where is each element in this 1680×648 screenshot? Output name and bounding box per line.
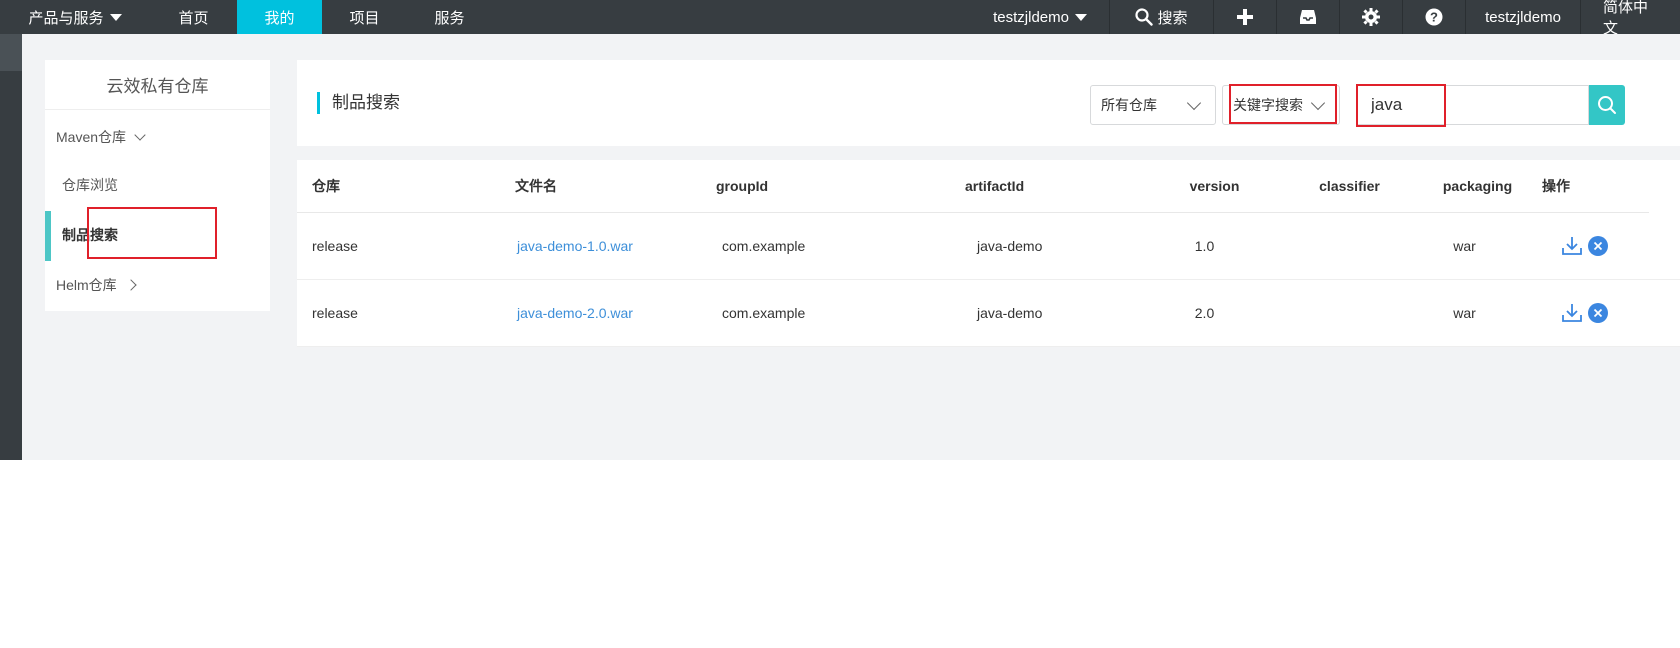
cell-repo: release — [312, 238, 358, 254]
delete-button[interactable] — [1588, 236, 1608, 256]
nav-add-button[interactable] — [1213, 0, 1276, 34]
cell-actions — [1560, 213, 1608, 279]
chevron-right-icon — [125, 279, 137, 291]
nav-mine-label: 我的 — [264, 9, 295, 27]
nav-home[interactable]: 首页 — [150, 0, 237, 34]
cell-filename-link[interactable]: java-demo-2.0.war — [517, 280, 633, 346]
nav-products-menu[interactable]: 产品与服务 — [0, 0, 150, 34]
nav-right: testzjldemo 搜索 ? testzjldemo 简体中文 — [971, 0, 1680, 37]
nav-service[interactable]: 服务 — [407, 0, 492, 34]
nav-project[interactable]: 项目 — [322, 0, 407, 34]
search-panel: 制品搜索 所有仓库 关键字搜索 — [297, 60, 1680, 146]
repo-select[interactable]: 所有仓库 — [1090, 85, 1216, 125]
cell-groupid: com.example — [722, 305, 806, 321]
nav-help-button[interactable]: ? — [1402, 0, 1465, 34]
page-title: 制品搜索 — [317, 92, 400, 114]
col-header-classifier: classifier — [1319, 178, 1380, 194]
nav-search-label: 搜索 — [1157, 9, 1188, 27]
cell-classifier — [1297, 213, 1402, 279]
cell-packaging: war — [1453, 238, 1476, 254]
chevron-down-icon — [1186, 95, 1202, 111]
cell-packaging: war — [1453, 305, 1476, 321]
cell-repo: release — [312, 305, 358, 321]
download-icon[interactable] — [1560, 301, 1584, 325]
nav-project-label: 项目 — [349, 9, 380, 27]
gear-icon — [1362, 8, 1380, 26]
nav-settings-button[interactable] — [1339, 0, 1402, 34]
cell-filename-link[interactable]: java-demo-1.0.war — [517, 213, 633, 279]
chevron-down-icon — [134, 128, 146, 141]
table-row: release java-demo-2.0.war com.example ja… — [297, 280, 1680, 347]
search-icon — [1135, 8, 1154, 26]
col-header-actions: 操作 — [1542, 178, 1570, 194]
nav-user-menu[interactable]: testzjldemo — [1465, 0, 1580, 34]
download-icon[interactable] — [1560, 234, 1584, 258]
highlight-box — [1229, 84, 1337, 124]
search-icon — [1598, 96, 1616, 114]
highlight-box — [1356, 84, 1446, 127]
col-header-packaging: packaging — [1442, 178, 1513, 194]
nav-products-label: 产品与服务 — [28, 9, 104, 27]
nav-home-label: 首页 — [178, 9, 209, 27]
nav-user-label: testzjldemo — [1485, 8, 1561, 26]
col-header-repo: 仓库 — [312, 178, 340, 194]
close-icon — [1593, 308, 1603, 318]
cell-version: 1.0 — [1194, 238, 1215, 254]
results-table: 仓库 文件名 groupId artifactId version classi… — [297, 160, 1680, 347]
highlight-box — [87, 207, 217, 259]
caret-down-icon — [109, 13, 122, 21]
top-nav: 产品与服务 首页 我的 项目 服务 testzjldemo 搜索 ? testz… — [0, 0, 1680, 37]
nav-search-button[interactable]: 搜索 — [1109, 0, 1213, 34]
delete-button[interactable] — [1588, 303, 1608, 323]
left-strip-top — [0, 34, 22, 71]
sidebar-item-label: Maven仓库 — [56, 129, 127, 145]
col-header-groupid: groupId — [716, 178, 769, 194]
close-icon — [1593, 241, 1603, 251]
sidebar-item-label: Helm仓库 — [56, 277, 117, 293]
side-menu-title: 云效私有仓库 — [45, 60, 270, 110]
sidebar-item-maven[interactable]: Maven仓库 — [0, 113, 225, 161]
nav-language-switch[interactable]: 简体中文 — [1580, 0, 1680, 37]
table-row: release java-demo-1.0.war com.example ja… — [297, 213, 1680, 280]
cell-actions — [1560, 280, 1608, 346]
search-button[interactable] — [1589, 85, 1625, 125]
col-header-filename: 文件名 — [515, 178, 557, 194]
nav-service-label: 服务 — [434, 9, 465, 27]
sidebar-item-label: 仓库浏览 — [62, 177, 118, 193]
sidebar-item-helm[interactable]: Helm仓库 — [0, 261, 225, 309]
svg-text:?: ? — [1430, 10, 1438, 25]
col-header-artifactid: artifactId — [965, 178, 1025, 194]
repo-select-value: 所有仓库 — [1101, 97, 1157, 113]
cell-version: 2.0 — [1194, 305, 1215, 321]
caret-down-icon — [1075, 13, 1087, 21]
help-icon: ? — [1425, 8, 1443, 26]
nav-account-switcher[interactable]: testzjldemo — [971, 0, 1109, 34]
cell-groupid: com.example — [722, 238, 806, 254]
sidebar-item-browse[interactable]: 仓库浏览 — [0, 161, 225, 209]
col-header-version: version — [1189, 178, 1240, 194]
cell-artifactid: java-demo — [977, 238, 1043, 254]
nav-mine[interactable]: 我的 — [237, 0, 322, 34]
cell-artifactid: java-demo — [977, 305, 1043, 321]
nav-account-label: testzjldemo — [993, 8, 1069, 26]
nav-inbox-button[interactable] — [1276, 0, 1339, 34]
nav-lang-label: 简体中文 — [1603, 0, 1649, 37]
inbox-icon — [1300, 10, 1316, 24]
plus-icon — [1237, 9, 1253, 25]
table-header: 仓库 文件名 groupId artifactId version classi… — [297, 160, 1649, 213]
cell-classifier — [1297, 280, 1402, 346]
